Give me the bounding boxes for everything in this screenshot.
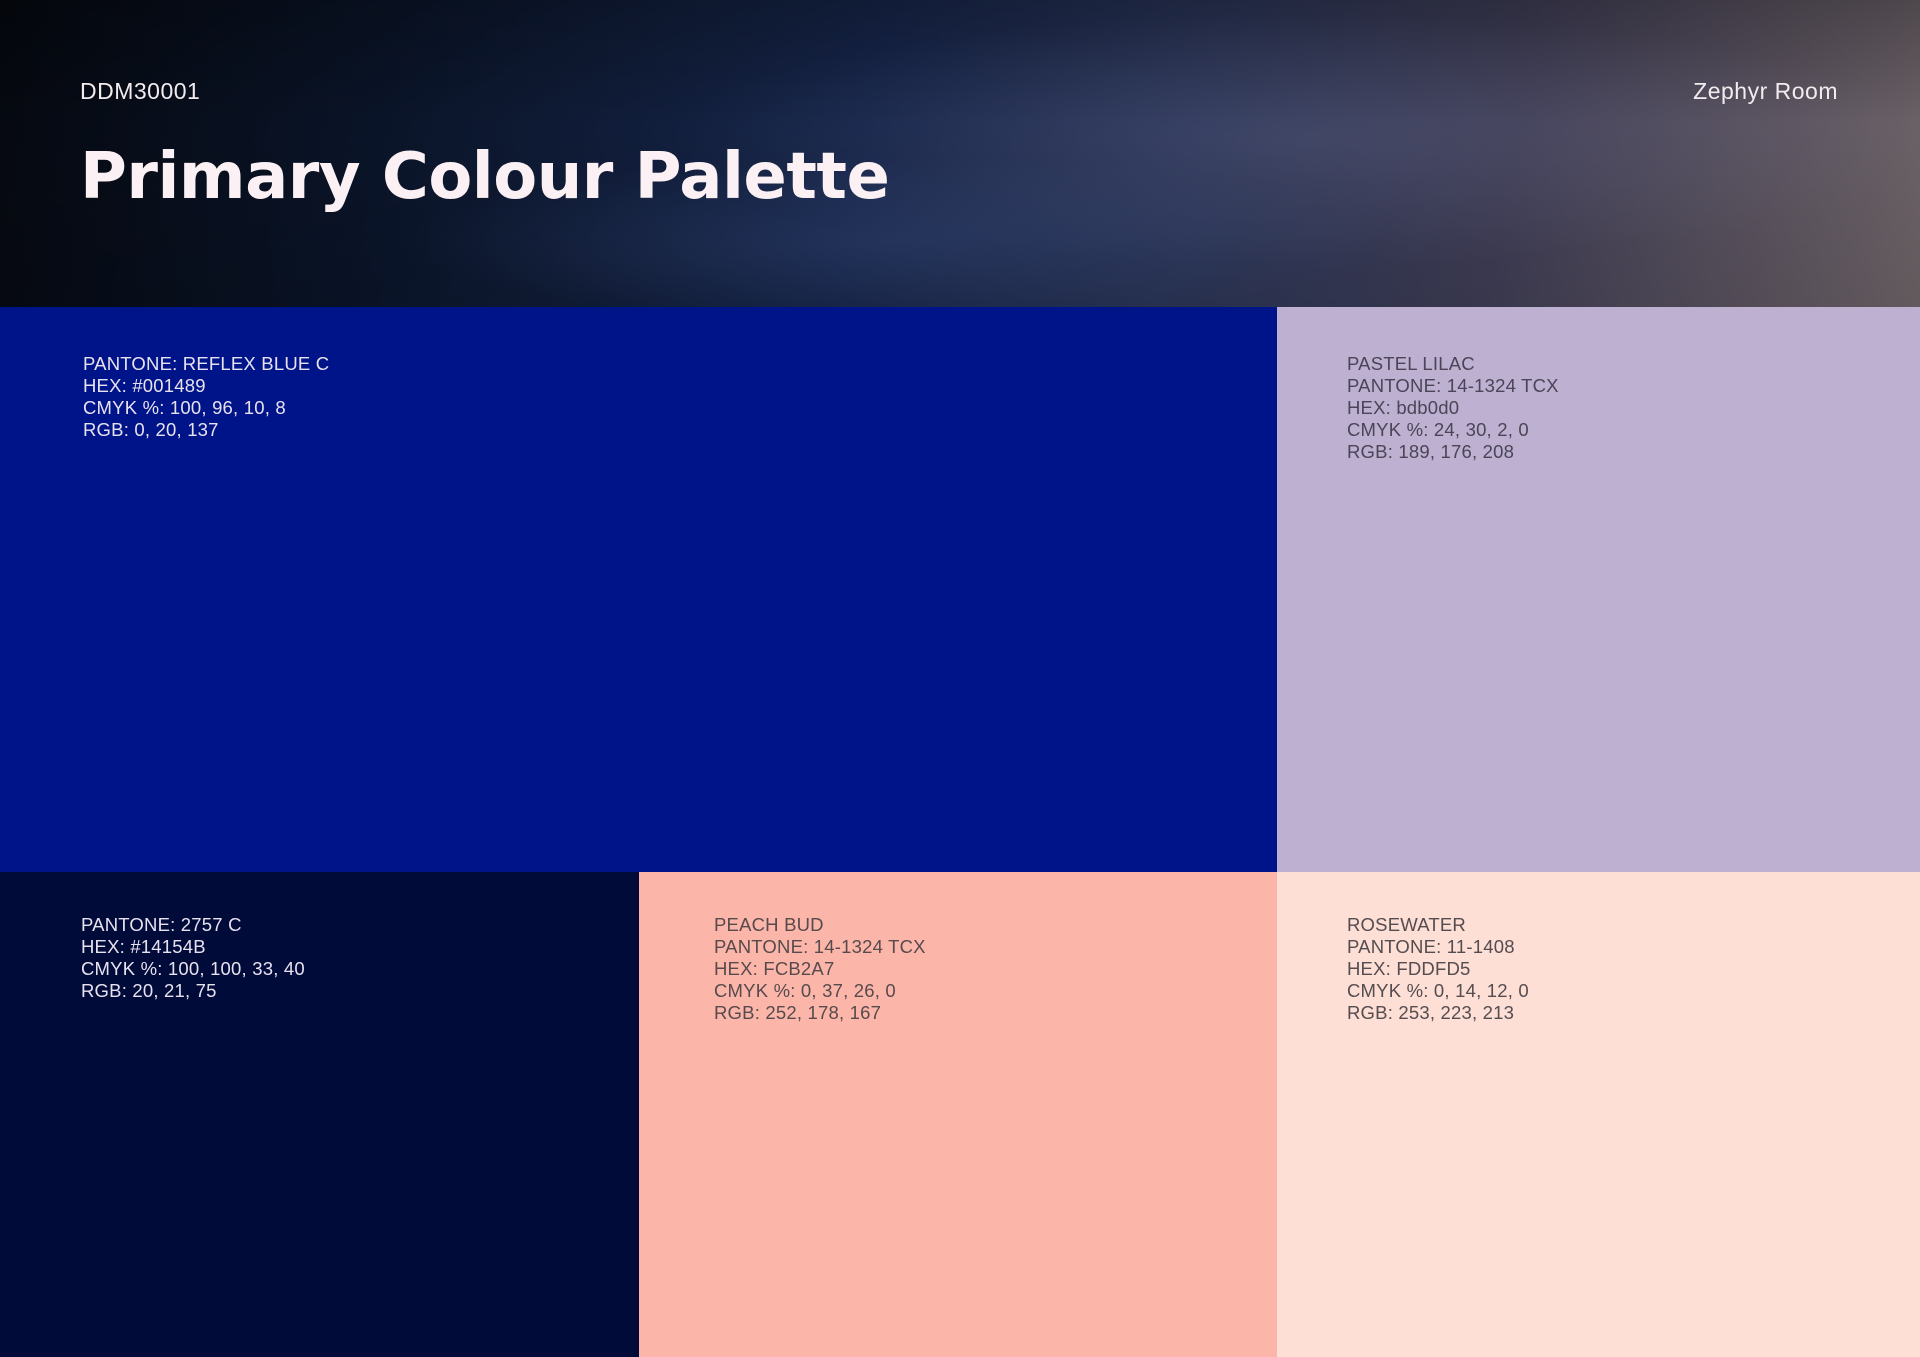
swatch-line: HEX: #14154B	[81, 936, 206, 957]
swatch-info-rosewater: ROSEWATER PANTONE: 11-1408 HEX: FDDFD5 C…	[1347, 914, 1529, 1024]
document-code: DDM30001	[80, 78, 201, 104]
swatch-line: RGB: 252, 178, 167	[714, 1002, 882, 1023]
swatch-line: HEX: #001489	[83, 375, 206, 396]
swatch-pastel-lilac: PASTEL LILAC PANTONE: 14-1324 TCX HEX: b…	[1277, 307, 1920, 872]
swatch-line: PANTONE: 2757 C	[81, 914, 242, 935]
swatch-pantone-2757: PANTONE: 2757 C HEX: #14154B CMYK %: 100…	[0, 872, 639, 1357]
page-header: DDM30001 Zephyr Room Primary Colour Pale…	[0, 0, 1920, 307]
project-name: Zephyr Room	[1693, 78, 1838, 104]
swatch-info-pastel-lilac: PASTEL LILAC PANTONE: 14-1324 TCX HEX: b…	[1347, 353, 1559, 463]
swatch-line: PANTONE: 14-1324 TCX	[714, 936, 926, 957]
swatch-line: CMYK %: 100, 96, 10, 8	[83, 397, 286, 418]
swatch-line: CMYK %: 0, 14, 12, 0	[1347, 980, 1529, 1001]
swatch-line: RGB: 0, 20, 137	[83, 419, 219, 440]
swatch-line: HEX: bdb0d0	[1347, 397, 1460, 418]
page-title: Primary Colour Palette	[80, 140, 890, 214]
swatch-rosewater: ROSEWATER PANTONE: 11-1408 HEX: FDDFD5 C…	[1277, 872, 1920, 1357]
swatch-line: ROSEWATER	[1347, 914, 1466, 935]
swatch-line: PANTONE: 14-1324 TCX	[1347, 375, 1559, 396]
swatch-line: CMYK %: 0, 37, 26, 0	[714, 980, 896, 1001]
swatch-line: RGB: 189, 176, 208	[1347, 441, 1515, 462]
swatch-line: RGB: 253, 223, 213	[1347, 1002, 1515, 1023]
swatch-line: CMYK %: 100, 100, 33, 40	[81, 958, 305, 979]
swatch-line: HEX: FCB2A7	[714, 958, 835, 979]
swatch-info-peach-bud: PEACH BUD PANTONE: 14-1324 TCX HEX: FCB2…	[714, 914, 926, 1024]
swatch-line: PANTONE: REFLEX BLUE C	[83, 353, 330, 374]
swatch-line: CMYK %: 24, 30, 2, 0	[1347, 419, 1529, 440]
swatch-info-pantone-2757: PANTONE: 2757 C HEX: #14154B CMYK %: 100…	[81, 914, 305, 1002]
swatch-line: HEX: FDDFD5	[1347, 958, 1471, 979]
swatch-line: PEACH BUD	[714, 914, 824, 935]
swatch-line: PASTEL LILAC	[1347, 353, 1475, 374]
swatch-line: RGB: 20, 21, 75	[81, 980, 217, 1001]
swatch-info-reflex-blue: PANTONE: REFLEX BLUE C HEX: #001489 CMYK…	[83, 353, 329, 441]
swatch-reflex-blue: PANTONE: REFLEX BLUE C HEX: #001489 CMYK…	[0, 307, 1277, 872]
swatch-peach-bud: PEACH BUD PANTONE: 14-1324 TCX HEX: FCB2…	[639, 872, 1277, 1357]
swatch-line: PANTONE: 11-1408	[1347, 936, 1515, 957]
